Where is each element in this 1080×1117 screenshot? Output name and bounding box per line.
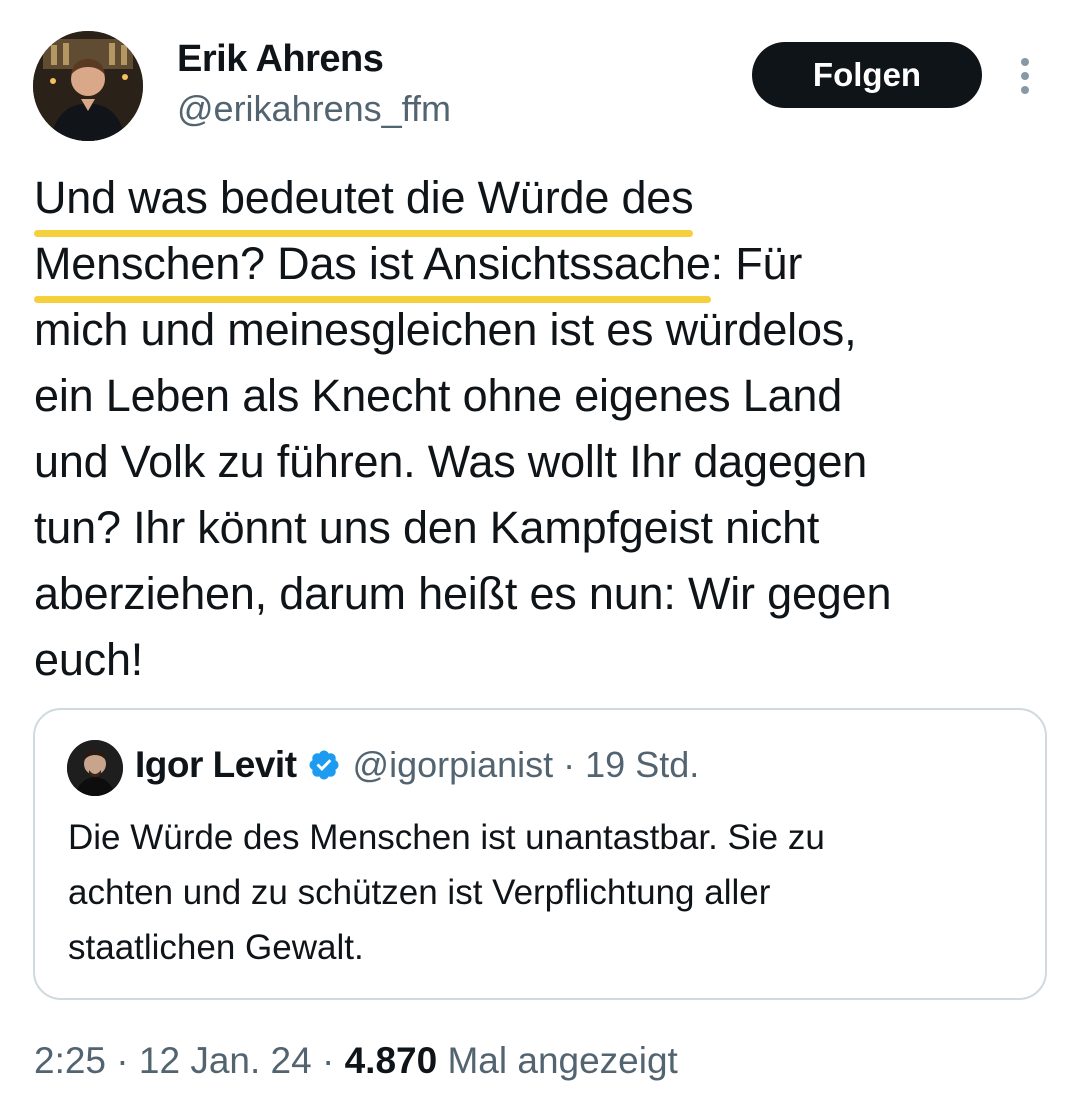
tweet-text-segment: : Für — [710, 238, 803, 289]
author-avatar[interactable] — [33, 31, 143, 141]
quoted-tweet-line: achten und zu schützen ist Verpflichtung… — [68, 873, 771, 912]
tweet-line: Und was bedeutet die Würde des — [34, 165, 1034, 237]
views-label: Mal angezeigt — [437, 1040, 678, 1081]
highlighted-text: Und was bedeutet die Würde des — [34, 165, 694, 237]
tweet-line: aberziehen, darum heißt es nun: Wir gege… — [34, 568, 892, 619]
tweet-line: und Volk zu führen. Was wollt Ihr dagege… — [34, 436, 868, 487]
more-vertical-icon[interactable] — [1008, 56, 1042, 98]
verified-badge-icon — [307, 748, 341, 782]
quoted-author-name[interactable]: Igor Levit — [135, 744, 297, 786]
author-avatar-image — [33, 31, 143, 141]
quoted-author-handle-time[interactable]: @igorpianist · 19 Std. — [353, 744, 700, 786]
highlighted-text: Menschen? Das ist Ansichtssache — [34, 231, 711, 303]
tweet-line: mich und meinesgleichen ist es würdelos, — [34, 304, 857, 355]
quoted-tweet-header: Igor Levit @igorpianist · 19 Std. — [135, 744, 699, 786]
quoted-author-avatar[interactable] — [67, 740, 123, 796]
views-count[interactable]: 4.870 — [345, 1040, 438, 1081]
quoted-tweet-card[interactable]: Igor Levit @igorpianist · 19 Std. Die Wü… — [33, 708, 1047, 1000]
tweet-line: ein Leben als Knecht ohne eigenes Land — [34, 370, 843, 421]
tweet-line: euch! — [34, 634, 144, 685]
quoted-tweet-line: Die Würde des Menschen ist unantastbar. … — [68, 818, 825, 857]
tweet-meta: 2:25 · 12 Jan. 24 · 4.870 Mal angezeigt — [34, 1040, 678, 1082]
author-name[interactable]: Erik Ahrens — [177, 38, 384, 81]
follow-button[interactable]: Folgen — [752, 42, 982, 108]
tweet-line: tun? Ihr könnt uns den Kampfgeist nicht — [34, 502, 820, 553]
quoted-tweet-text: Die Würde des Menschen ist unantastbar. … — [68, 810, 1018, 975]
quoted-tweet-line: staatlichen Gewalt. — [68, 928, 364, 967]
tweet-timestamp[interactable]: 2:25 · 12 Jan. 24 · — [34, 1040, 345, 1081]
tweet-text: Und was bedeutet die Würde des Menschen?… — [34, 165, 1034, 693]
tweet-page: Erik Ahrens @erikahrens_ffm Folgen Und w… — [0, 0, 1080, 1117]
tweet-line: Menschen? Das ist Ansichtssache: Für — [34, 231, 1034, 303]
author-handle[interactable]: @erikahrens_ffm — [177, 88, 451, 130]
